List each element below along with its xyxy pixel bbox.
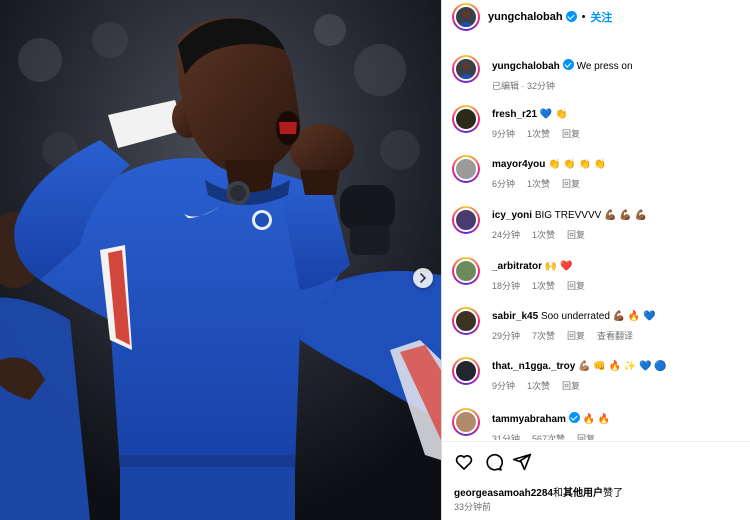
liked-by-joiner: 和 xyxy=(552,488,563,499)
chevron-right-icon xyxy=(420,273,427,283)
comment-username[interactable]: that._n1gga._troy xyxy=(492,361,575,372)
comment-text: 👏 👏 👏 👏 xyxy=(548,159,607,170)
actions-bar: georgeasamoah2284和其他用户赞了 33分钟前 xyxy=(442,441,750,520)
comment-time: 29分钟 xyxy=(492,331,521,341)
comment-username[interactable]: _arbitrator xyxy=(492,261,542,272)
comment-likes[interactable]: 7次赞 xyxy=(532,329,555,342)
comment-username[interactable]: fresh_r21 xyxy=(492,109,537,120)
caption-row: yungchalobah We press on 已编辑 · 32分钟 xyxy=(452,55,742,92)
post-image xyxy=(0,0,441,520)
comment-likes[interactable]: 1次赞 xyxy=(532,279,555,292)
comment-row: icy_yoni BIG TREVVVV 💪🏾 💪🏾 💪🏾 24分钟 1次赞 回复 xyxy=(452,206,742,241)
comment-likes[interactable]: 1次赞 xyxy=(527,177,550,190)
separator-dot: • xyxy=(581,10,586,23)
comment-text: BIG TREVVVV 💪🏾 💪🏾 💪🏾 xyxy=(534,210,648,221)
comment-text: Soo underrated 💪🏾 🔥 💙 xyxy=(540,311,656,322)
reply-button[interactable]: 回复 xyxy=(562,127,580,140)
comment-text: 💪🏽 👊 🔥 ✨ 💙 🔵 xyxy=(578,361,667,372)
liked-by-text: georgeasamoah2284和其他用户赞了 xyxy=(454,484,623,499)
caption-meta: 已编辑 · 32分钟 xyxy=(492,81,556,91)
comment-row: mayor4you 👏 👏 👏 👏 6分钟 1次赞 回复 xyxy=(452,155,742,190)
caption-text: We press on xyxy=(576,61,633,72)
post-timestamp: 33分钟前 xyxy=(454,502,492,512)
liked-by-suffix: 赞了 xyxy=(602,488,623,499)
side-panel: yungchalobah • 关注 yungchalobah We press … xyxy=(441,0,750,520)
comment-likes[interactable]: 567次赞 xyxy=(532,432,565,440)
comment-time: 6分钟 xyxy=(492,179,516,189)
commenter-avatar[interactable] xyxy=(452,408,480,436)
comment-text: 🙌 ❤️ xyxy=(544,261,573,272)
comment-username[interactable]: icy_yoni xyxy=(492,210,532,221)
comments-list: yungchalobah We press on 已编辑 · 32分钟 fres… xyxy=(442,41,750,440)
liked-by-others[interactable]: 其他用户 xyxy=(563,488,603,499)
comment-text: 🔥 🔥 xyxy=(582,414,611,425)
comment-time: 9分钟 xyxy=(492,129,516,139)
verified-icon xyxy=(568,412,580,423)
heart-icon[interactable] xyxy=(454,452,474,472)
comment-likes[interactable]: 1次赞 xyxy=(527,379,550,392)
reply-button[interactable]: 回复 xyxy=(567,279,585,292)
commenter-avatar[interactable] xyxy=(452,357,480,385)
player-celebration-photo xyxy=(0,0,441,520)
comment-icon[interactable] xyxy=(483,452,503,472)
liked-by-user[interactable]: georgeasamoah2284 xyxy=(454,488,553,499)
share-icon[interactable] xyxy=(512,452,532,472)
comment-time: 24分钟 xyxy=(492,230,521,240)
commenter-avatar[interactable] xyxy=(452,257,480,285)
post-header: yungchalobah • 关注 xyxy=(442,0,750,33)
comment-row: sabir_k45 Soo underrated 💪🏾 🔥 💙 29分钟 7次赞 回复… xyxy=(452,307,742,342)
comment-username[interactable]: sabir_k45 xyxy=(492,311,538,322)
follow-button[interactable]: 关注 xyxy=(590,9,612,25)
reply-button[interactable]: 回复 xyxy=(562,177,580,190)
verified-icon xyxy=(565,11,577,22)
commenter-avatar[interactable] xyxy=(452,105,480,133)
comment-text: 💙 👏 xyxy=(539,109,568,120)
comment-time: 31分钟 xyxy=(492,434,521,440)
reply-button[interactable]: 回复 xyxy=(577,432,595,440)
caption-username[interactable]: yungchalobah xyxy=(492,61,560,72)
commenter-avatar[interactable] xyxy=(452,155,480,183)
caption-avatar[interactable] xyxy=(452,55,480,83)
comment-username[interactable]: mayor4you xyxy=(492,159,545,170)
comment-row: that._n1gga._troy 💪🏽 👊 🔥 ✨ 💙 🔵 9分钟 1次赞 回复 xyxy=(452,357,742,392)
reply-button[interactable]: 回复 xyxy=(562,379,580,392)
next-image-button[interactable] xyxy=(413,268,433,288)
comment-row: _arbitrator 🙌 ❤️ 18分钟 1次赞 回复 xyxy=(452,257,742,292)
comment-row: tammyabraham 🔥 🔥 31分钟 567次赞 回复 xyxy=(452,408,742,440)
comment-username[interactable]: tammyabraham xyxy=(492,414,566,425)
author-username[interactable]: yungchalobah xyxy=(488,11,563,23)
comment-likes[interactable]: 1次赞 xyxy=(527,127,550,140)
comment-likes[interactable]: 1次赞 xyxy=(532,228,555,241)
commenter-avatar[interactable] xyxy=(452,307,480,335)
author-avatar[interactable] xyxy=(452,2,480,31)
reply-button[interactable]: 回复 xyxy=(567,329,585,342)
post-dialog: yungchalobah • 关注 yungchalobah We press … xyxy=(0,0,750,520)
comment-time: 18分钟 xyxy=(492,281,521,291)
comment-row: fresh_r21 💙 👏 9分钟 1次赞 回复 xyxy=(452,105,742,140)
verified-icon xyxy=(562,59,574,70)
reply-button[interactable]: 回复 xyxy=(567,228,585,241)
commenter-avatar[interactable] xyxy=(452,206,480,234)
see-translation-button[interactable]: 查看翻译 xyxy=(597,329,633,342)
comment-time: 9分钟 xyxy=(492,381,516,391)
